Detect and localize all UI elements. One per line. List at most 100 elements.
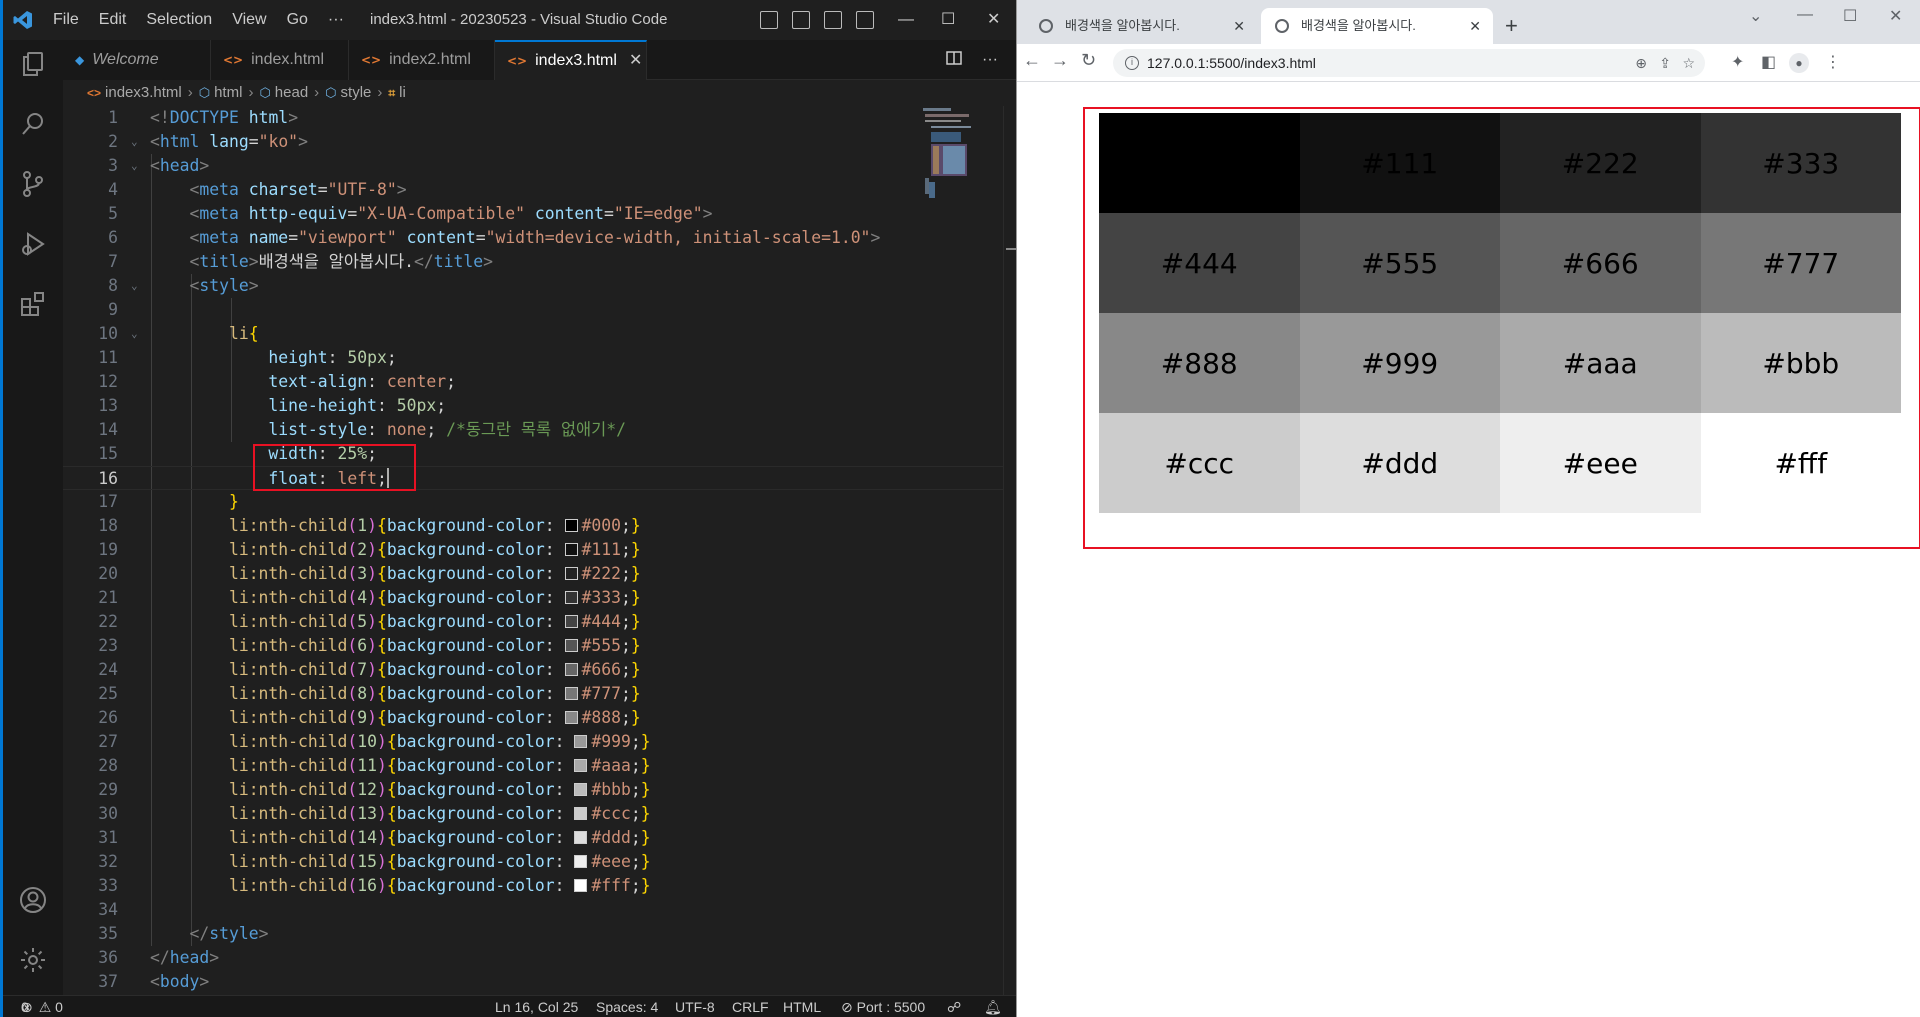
menu-more[interactable]: ··· <box>318 0 354 40</box>
site-info-icon[interactable]: i <box>1125 56 1139 70</box>
language-mode[interactable]: HTML <box>783 996 821 1017</box>
toggle-secondary-sidebar-icon[interactable] <box>824 11 842 29</box>
code-line[interactable]: 15 width: 25%; <box>63 442 1003 466</box>
reload-button[interactable]: ↻ <box>1081 50 1096 71</box>
color-swatch[interactable] <box>574 807 588 820</box>
color-swatch[interactable] <box>564 663 578 676</box>
menu-icon[interactable]: ⋮ <box>1825 52 1841 72</box>
fold-chevron-icon[interactable]: ⌄ <box>131 274 138 298</box>
close-tab-icon[interactable]: ✕ <box>629 52 642 69</box>
code-line[interactable]: 21 li:nth-child(4){background-color: #33… <box>63 586 1003 610</box>
color-swatch[interactable] <box>564 711 578 724</box>
fold-chevron-icon[interactable]: ⌄ <box>131 154 138 178</box>
breadcrumb-item[interactable]: li <box>399 84 406 101</box>
profile-icon[interactable]: ● <box>1789 53 1809 73</box>
code-line[interactable]: 2 ⌄ <html lang="ko"> <box>63 130 1003 154</box>
code-line[interactable]: 35 </style> <box>63 922 1003 946</box>
breadcrumb-item[interactable]: html <box>214 84 242 101</box>
code-line[interactable]: 6 <meta name="viewport" content="width=d… <box>63 226 1003 250</box>
code-line[interactable]: 4 <meta charset="UTF-8"> <box>63 178 1003 202</box>
tab-index2-html[interactable]: <> index2.html <box>349 40 495 80</box>
close-tab-icon[interactable]: ✕ <box>1233 8 1245 44</box>
code-line[interactable]: 29 li:nth-child(12){background-color: #b… <box>63 778 1003 802</box>
browser-tab[interactable]: 배경색을 알아봅시다. ✕ <box>1025 8 1257 44</box>
code-line[interactable]: 7 <title>배경색을 알아봅시다.</title> <box>63 250 1003 274</box>
cursor-position[interactable]: Ln 16, Col 25 <box>495 996 578 1017</box>
menu-go[interactable]: Go <box>277 0 318 40</box>
explorer-icon[interactable] <box>3 40 63 88</box>
code-line[interactable]: 20 li:nth-child(3){background-color: #22… <box>63 562 1003 586</box>
code-line[interactable]: 5 <meta http-equiv="X-UA-Compatible" con… <box>63 202 1003 226</box>
feedback-icon[interactable]: ☍ <box>947 996 961 1017</box>
manage-gear-icon[interactable] <box>3 936 63 984</box>
color-swatch[interactable] <box>564 519 578 532</box>
menu-view[interactable]: View <box>222 0 276 40</box>
code-line[interactable]: 34 <box>63 898 1003 922</box>
toggle-panel-icon[interactable] <box>792 11 810 29</box>
close-window-button[interactable]: ✕ <box>987 0 1000 40</box>
color-swatch[interactable] <box>574 735 588 748</box>
tab-index3-html[interactable]: <> index3.html ✕ <box>495 40 647 80</box>
code-line[interactable]: 13 line-height: 50px; <box>63 394 1003 418</box>
code-line[interactable]: 37 <body> <box>63 970 1003 994</box>
menu-selection[interactable]: Selection <box>136 0 222 40</box>
color-swatch[interactable] <box>574 759 588 772</box>
code-line[interactable]: 30 li:nth-child(13){background-color: #c… <box>63 802 1003 826</box>
code-line[interactable]: 25 li:nth-child(8){background-color: #77… <box>63 682 1003 706</box>
color-swatch[interactable] <box>564 687 578 700</box>
color-swatch[interactable] <box>564 639 578 652</box>
code-line[interactable]: 3 ⌄ <head> <box>63 154 1003 178</box>
search-icon[interactable] <box>3 100 63 148</box>
breadcrumb-item[interactable]: style <box>341 84 372 101</box>
fold-chevron-icon[interactable]: ⌄ <box>131 130 138 154</box>
url-field[interactable]: i 127.0.0.1:5500/index3.html ⊕ ⇪ ☆ <box>1113 49 1705 77</box>
code-line[interactable]: 22 li:nth-child(5){background-color: #44… <box>63 610 1003 634</box>
extensions-icon[interactable] <box>3 280 63 328</box>
color-swatch[interactable] <box>564 591 578 604</box>
tab-welcome[interactable]: ◆ Welcome <box>63 40 211 80</box>
code-line[interactable]: 23 li:nth-child(6){background-color: #55… <box>63 634 1003 658</box>
code-line[interactable]: 9 <box>63 298 1003 322</box>
code-line[interactable]: 27 li:nth-child(10){background-color: #9… <box>63 730 1003 754</box>
minimize-button[interactable]: — <box>898 0 914 40</box>
back-button[interactable]: ← <box>1023 50 1041 71</box>
color-swatch[interactable] <box>564 615 578 628</box>
code-line[interactable]: 14 list-style: none; /*동그란 목록 없애기*/ <box>63 418 1003 442</box>
split-editor-icon[interactable] <box>946 40 962 80</box>
sidepanel-icon[interactable]: ◧ <box>1761 52 1776 72</box>
breadcrumb-item[interactable]: index3.html <box>105 84 182 101</box>
live-server-port[interactable]: ⊘ Port : 5500 <box>841 996 925 1017</box>
color-swatch[interactable] <box>564 543 578 556</box>
code-line[interactable]: 28 li:nth-child(11){background-color: #a… <box>63 754 1003 778</box>
maximize-button[interactable]: ☐ <box>1843 6 1857 26</box>
code-line[interactable]: 16 float: left; <box>63 466 1003 490</box>
code-line[interactable]: 17 } <box>63 490 1003 514</box>
customize-layout-icon[interactable] <box>856 11 874 29</box>
close-tab-icon[interactable]: ✕ <box>1469 8 1481 44</box>
editor-scrollbar[interactable] <box>1003 106 1016 995</box>
maximize-button[interactable]: ☐ <box>941 0 955 40</box>
accounts-icon[interactable] <box>3 876 63 924</box>
color-swatch[interactable] <box>574 855 588 868</box>
code-line[interactable]: 12 text-align: center; <box>63 370 1003 394</box>
zoom-icon[interactable]: ⊕ <box>1635 49 1647 77</box>
code-line[interactable]: 8 ⌄ <style> <box>63 274 1003 298</box>
menu-file[interactable]: File <box>43 0 89 40</box>
code-line[interactable]: 18 li:nth-child(1){background-color: #00… <box>63 514 1003 538</box>
tab-index-html[interactable]: <> index.html <box>211 40 349 80</box>
code-line[interactable]: 33 li:nth-child(16){background-color: #f… <box>63 874 1003 898</box>
more-actions-icon[interactable]: ··· <box>982 40 998 80</box>
problems-indicator[interactable]: ⊗ 0 ⚠ 0 <box>21 996 63 1017</box>
share-icon[interactable]: ⇪ <box>1659 49 1671 77</box>
color-swatch[interactable] <box>574 831 588 844</box>
color-swatch[interactable] <box>574 783 588 796</box>
minimize-button[interactable]: — <box>1797 6 1813 24</box>
indentation[interactable]: Spaces: 4 <box>596 996 658 1017</box>
code-line[interactable]: 1 <!DOCTYPE html> <box>63 106 1003 130</box>
code-line[interactable]: 11 height: 50px; <box>63 346 1003 370</box>
browser-tab-active[interactable]: 배경색을 알아봅시다. ✕ <box>1261 8 1493 44</box>
minimap[interactable] <box>921 106 1001 226</box>
breadcrumb-item[interactable]: head <box>275 84 308 101</box>
new-tab-button[interactable]: + <box>1505 8 1518 44</box>
toggle-primary-sidebar-icon[interactable] <box>760 11 778 29</box>
